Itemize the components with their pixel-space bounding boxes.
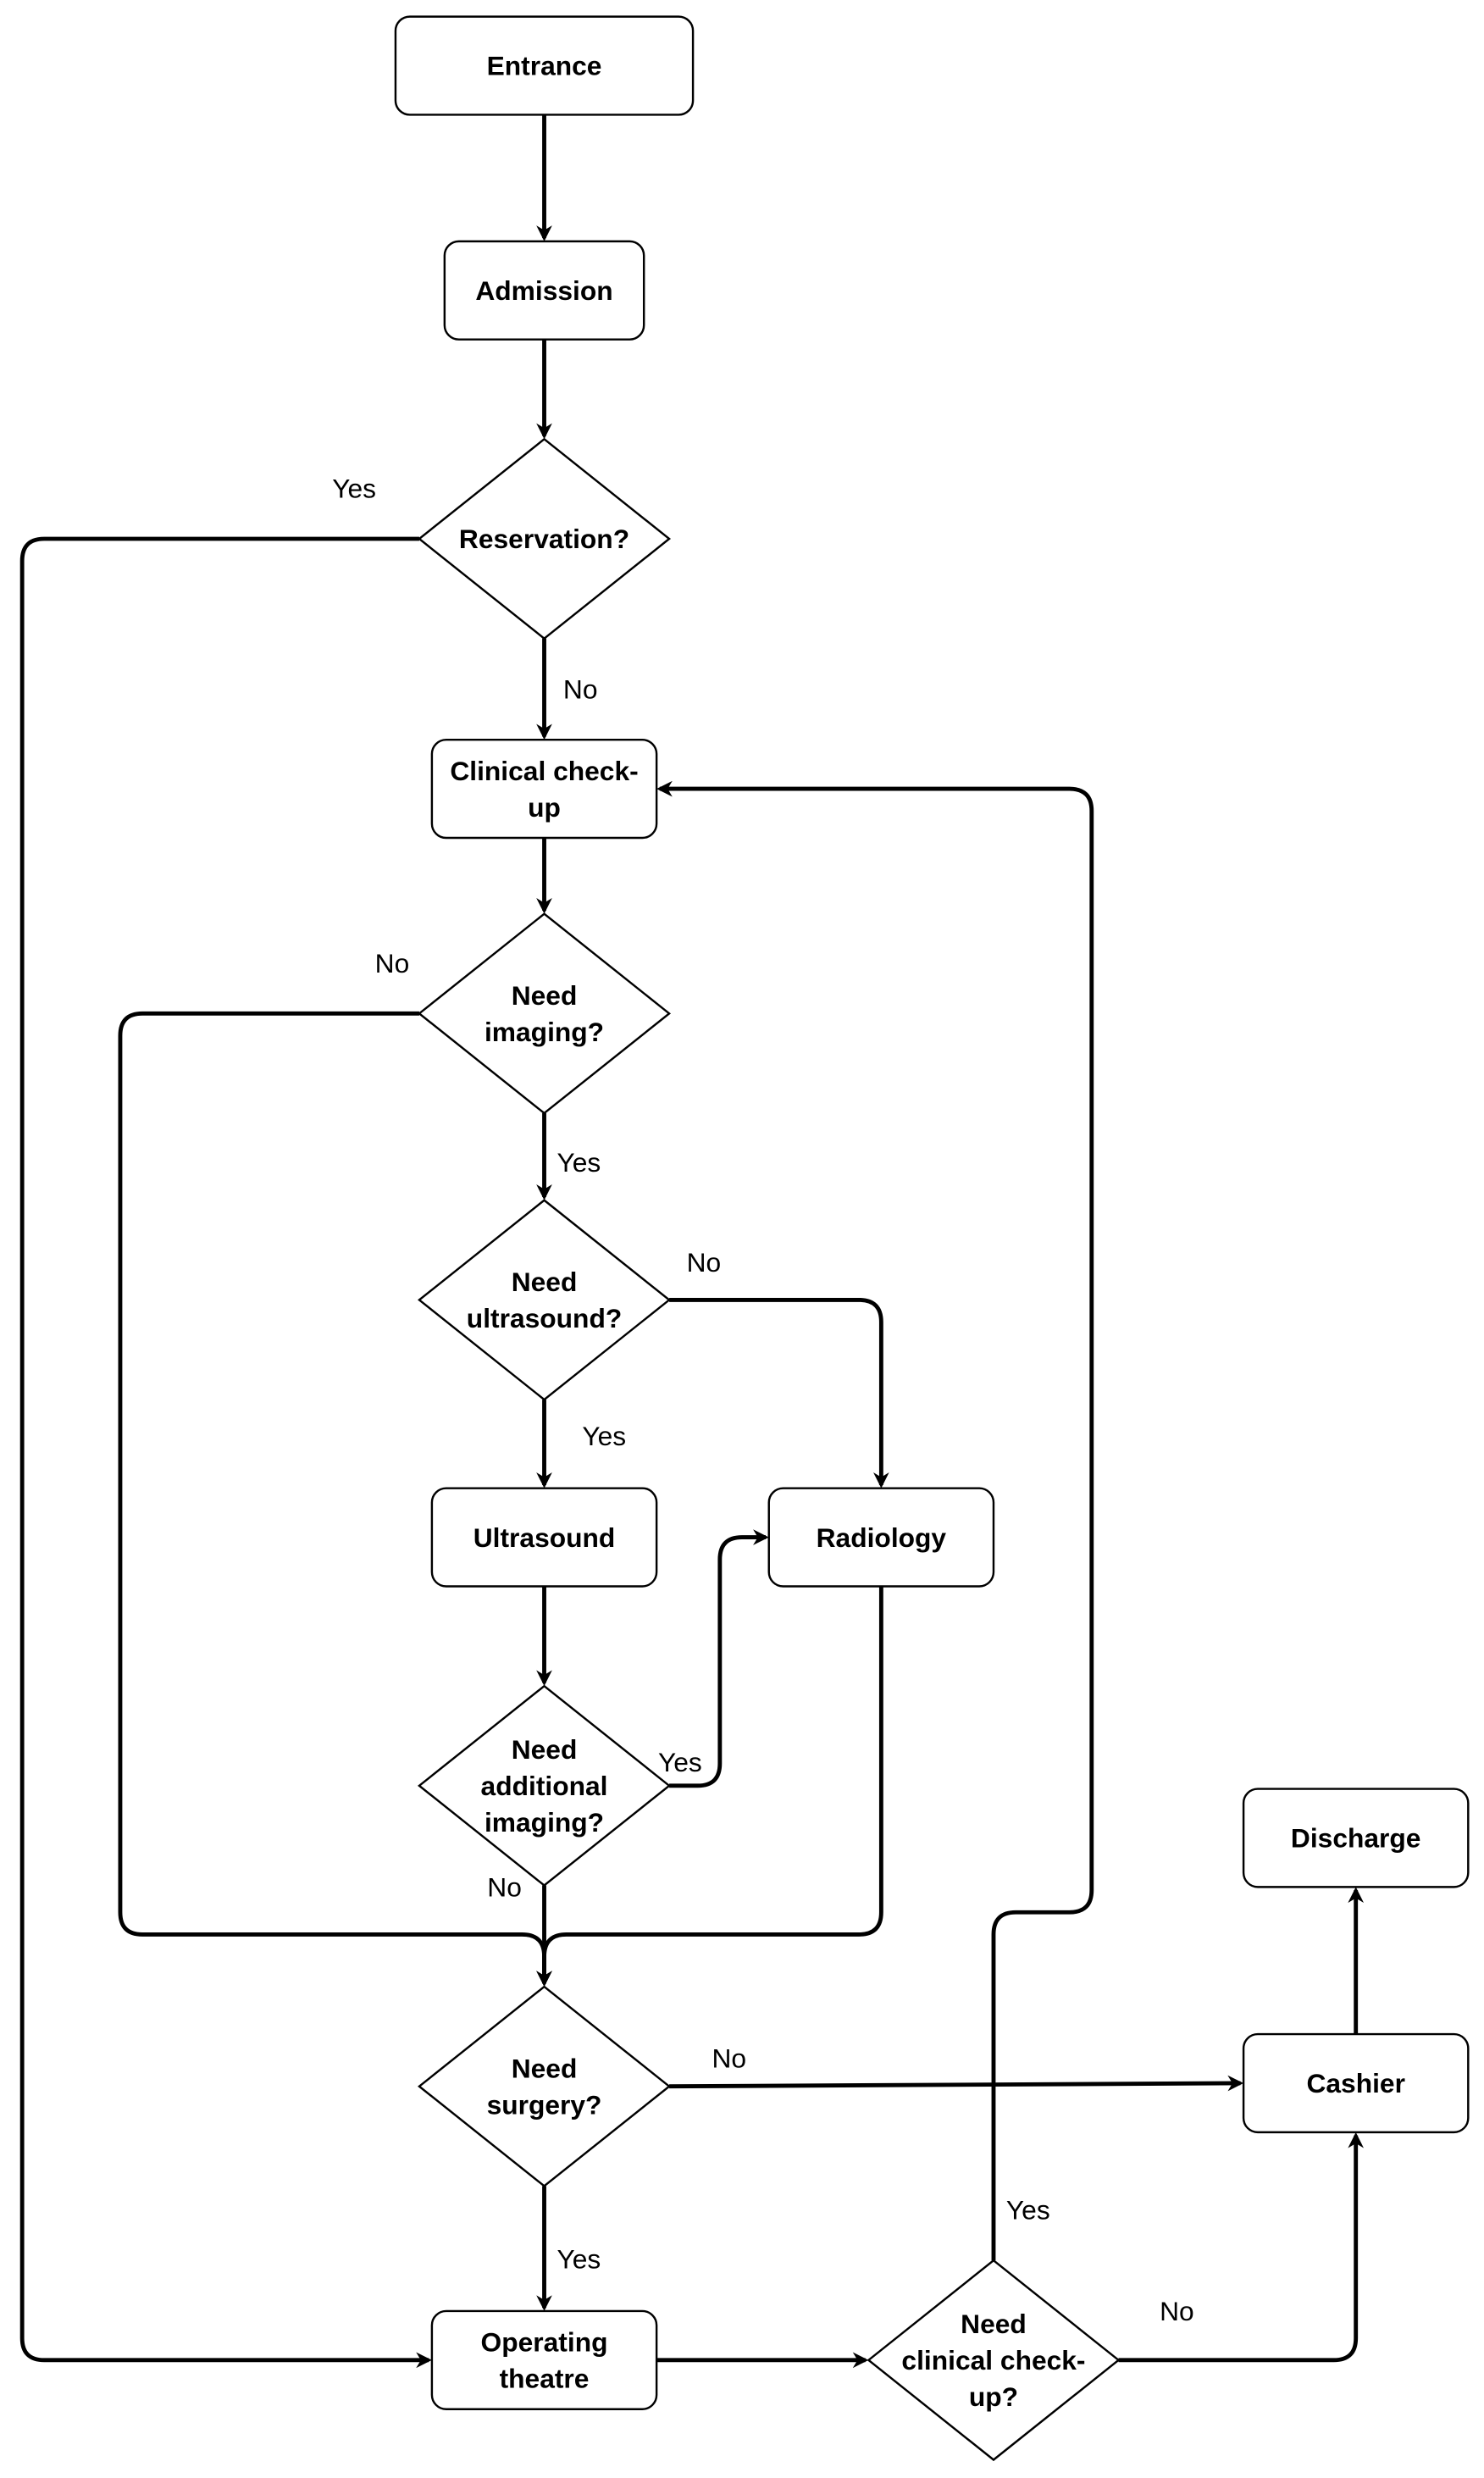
node-label: ultrasound? [467,1303,622,1333]
node-label: up [528,792,561,823]
edge-label-no: No [712,2043,747,2073]
node-need-ultrasound: Need ultrasound? [418,1199,672,1401]
node-label: Cashier [1306,2068,1404,2098]
process-box [430,2309,658,2410]
node-label: Need [512,2053,578,2083]
node-label: Need [961,2309,1027,2339]
node-label: Ultrasound [473,1522,616,1553]
node-label: additional [481,1771,608,1801]
node-label: imaging? [485,1807,604,1838]
edge-label-no: No [487,1872,522,1903]
node-radiology: Radiology [767,1487,995,1588]
node-reservation: Reservation? [418,437,672,640]
edge-need-surgery-to-cashier [669,2075,1244,2092]
node-label: Operating [481,2327,608,2358]
node-cashier: Cashier [1242,2032,1470,2134]
node-discharge: Discharge [1242,1788,1470,1888]
node-need-surgery: Need surgery? [418,1985,672,2187]
decision-diamond [418,1199,672,1401]
decision-diamond [418,912,672,1115]
edge-label-no: No [1160,2296,1194,2326]
edge-label-no: No [375,948,410,978]
edge-need-ultrasound-to-radiology [669,1297,889,1488]
edge-label-yes: Yes [582,1421,626,1451]
edges-layer [19,114,1365,2369]
edge-label-no: No [563,674,598,705]
node-need-imaging: Need imaging? [418,912,672,1115]
node-label: Need [512,980,578,1011]
node-label: Radiology [817,1522,947,1553]
edge-label-yes: Yes [556,2244,601,2275]
node-label: theatre [500,2364,590,2394]
edge-need-clinical-checkup-to-cashier [1118,2132,1365,2363]
edge-reservation-to-operating-theatre [19,536,432,2369]
node-label: surgery? [487,2089,602,2120]
node-label: Need [512,1734,578,1765]
node-label: Discharge [1291,1823,1421,1854]
node-entrance: Entrance [394,15,695,116]
node-label: Entrance [487,51,602,81]
edge-label-yes: Yes [332,473,376,503]
nodes-layer: Entrance Admission Reservation? Clinical ch… [394,15,1470,2462]
edge-label-yes: Yes [556,1147,601,1178]
node-need-additional-imaging: Need additional imaging? [418,1684,672,1888]
node-label: Admission [475,275,612,306]
edge-label-yes: Yes [658,1747,702,1777]
edge-label-no: No [687,1247,722,1278]
node-label: imaging? [485,1017,604,1047]
node-operating-theatre: Operating theatre [430,2309,658,2410]
edge-label-yes: Yes [1006,2195,1050,2226]
node-label: clinical check- [901,2345,1085,2375]
node-label: Reservation? [459,524,629,554]
node-label: up? [969,2381,1018,2412]
node-clinical-checkup: Clinical check-up [430,738,658,840]
process-box [430,738,658,840]
node-ultrasound: Ultrasound [430,1487,658,1588]
node-label: Clinical check- [450,756,638,786]
node-label: Need [512,1267,578,1297]
flowchart-canvas: Entrance Admission Reservation? Clinical ch… [19,15,1470,2462]
decision-diamond [418,1985,672,2187]
node-admission: Admission [443,240,645,341]
node-need-clinical-checkup: Need clinical check-up? [867,2259,1121,2462]
